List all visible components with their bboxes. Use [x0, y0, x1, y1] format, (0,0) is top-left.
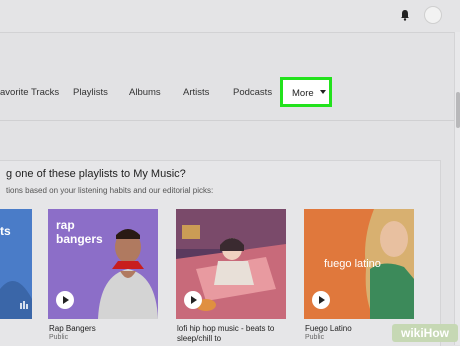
playlist-tile-rap-bangers[interactable]: rap bangers	[48, 209, 158, 319]
playlist-title-fuego-latino[interactable]: Fuego Latino	[305, 324, 352, 333]
playlist-visibility-rap-bangers: Public	[49, 334, 69, 341]
top-bar	[0, 0, 460, 33]
scrollbar-thumb[interactable]	[456, 92, 460, 128]
playlist-tile-partial[interactable]: ts	[0, 209, 32, 319]
tab-podcasts[interactable]: Podcasts	[233, 87, 272, 98]
playlist-tile-fuego-latino[interactable]: fuego latino	[304, 209, 414, 319]
scrollbar[interactable]	[454, 32, 460, 345]
play-icon[interactable]	[184, 291, 202, 309]
section-heading: g one of these playlists to My Music?	[6, 168, 186, 180]
user-avatar[interactable]	[424, 6, 442, 24]
playlist-visibility-fuego-latino: Public	[305, 334, 325, 341]
tab-artists[interactable]: Artists	[183, 87, 209, 98]
more-button-label: More	[292, 88, 314, 99]
rap-cover-text-2: bangers	[56, 232, 103, 246]
tab-favorite-tracks[interactable]: avorite Tracks	[0, 87, 59, 98]
fuego-cover-text: fuego latino	[324, 258, 381, 270]
rap-cover-text-1: rap	[56, 218, 75, 232]
playlist-title-rap-bangers[interactable]: Rap Bangers	[49, 324, 96, 333]
playlist-title-lofi[interactable]: lofi hip hop music - beats to	[177, 324, 274, 333]
play-icon[interactable]	[312, 291, 330, 309]
section-subheading: tions based on your listening habits and…	[6, 186, 214, 195]
more-button[interactable]: More	[280, 77, 332, 107]
playlist-tile-lofi[interactable]	[176, 209, 286, 319]
notification-bell-icon[interactable]	[400, 9, 410, 21]
play-icon[interactable]	[56, 291, 74, 309]
library-tabs: avorite Tracks Playlists Albums Artists …	[0, 70, 454, 116]
wikihow-watermark: wikiHow	[392, 324, 458, 342]
playlist-title-lofi-line2: sleep/chill to	[177, 334, 222, 343]
caret-down-icon	[320, 90, 326, 94]
tab-playlists[interactable]: Playlists	[73, 87, 108, 98]
divider	[0, 120, 454, 121]
partial-cover-text: ts	[0, 224, 11, 238]
tab-albums[interactable]: Albums	[129, 87, 161, 98]
